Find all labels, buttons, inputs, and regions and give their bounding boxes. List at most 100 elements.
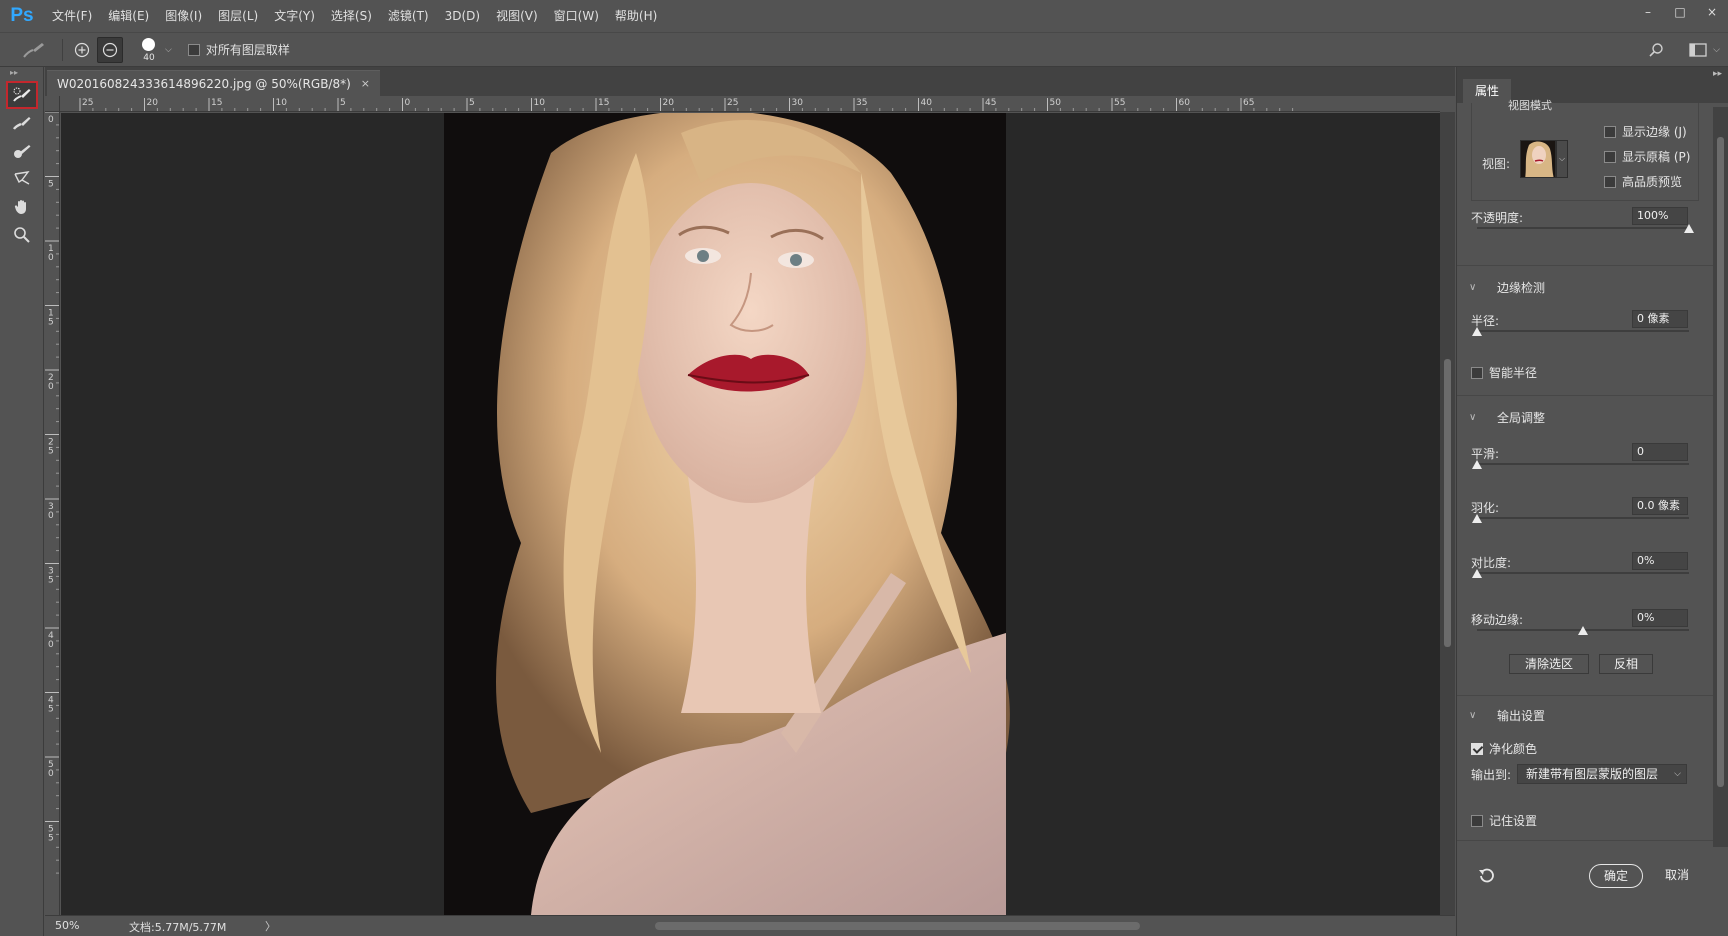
collapse-tools-icon[interactable]: ▸▸ [0, 67, 43, 81]
ruler-origin[interactable] [45, 96, 60, 112]
feather-field[interactable]: 0.0 像素 [1632, 497, 1688, 515]
shift-edge-label: 移动边缘: [1471, 613, 1524, 627]
menu-layer[interactable]: 图层(L) [210, 0, 266, 32]
ruler-tick-label: 5 [469, 98, 475, 108]
lasso-tool[interactable] [6, 165, 38, 193]
status-menu-arrow[interactable]: 〉 [265, 918, 276, 934]
shift-edge-field[interactable]: 0% [1632, 609, 1688, 627]
radius-field[interactable]: 0 像素 [1632, 310, 1688, 328]
contrast-slider[interactable] [1477, 572, 1689, 574]
canvas-horizontal-scrollbar[interactable] [285, 919, 1455, 933]
menu-type[interactable]: 文字(Y) [266, 0, 323, 32]
smooth-slider-knob[interactable] [1472, 460, 1482, 469]
close-window-button[interactable]: × [1696, 0, 1728, 24]
contrast-slider-knob[interactable] [1472, 569, 1482, 578]
menu-filter[interactable]: 滤镜(T) [380, 0, 437, 32]
menu-select[interactable]: 选择(S) [323, 0, 380, 32]
minimize-button[interactable]: – [1632, 0, 1664, 24]
invert-button[interactable]: 反相 [1599, 654, 1653, 674]
output-settings-section[interactable]: ∨ 输出设置 [1469, 707, 1545, 724]
scrollbar-thumb[interactable] [1444, 359, 1451, 647]
close-tab-icon[interactable]: × [361, 77, 370, 90]
refine-edge-brush-tool[interactable] [6, 109, 38, 137]
radius-slider-knob[interactable] [1472, 327, 1482, 336]
smooth-slider[interactable] [1477, 463, 1689, 465]
menu-view[interactable]: 视图(V) [488, 0, 546, 32]
brush-size-picker[interactable]: 40 [135, 35, 163, 65]
workspace-switcher-icon[interactable] [1685, 37, 1711, 63]
document-canvas[interactable] [61, 113, 1440, 915]
ruler-tick-label: 5 [48, 318, 54, 328]
zoom-tool[interactable] [6, 221, 38, 249]
add-to-selection-icon[interactable] [69, 37, 95, 63]
ruler-tick-label: 55 [1114, 98, 1125, 108]
show-edge-checkbox[interactable] [1604, 125, 1616, 138]
clear-selection-button[interactable]: 清除选区 [1509, 654, 1589, 674]
chevron-down-icon[interactable]: ⌵ [1556, 140, 1568, 178]
maximize-button[interactable]: □ [1664, 0, 1696, 24]
menu-3d[interactable]: 3D(D) [437, 0, 488, 32]
document-tab[interactable]: W020160824333614896220.jpg @ 50%(RGB/8*)… [47, 70, 381, 96]
document-size-info[interactable]: 文档:5.77M/5.77M [129, 919, 226, 935]
canvas-vertical-scrollbar[interactable] [1440, 112, 1455, 915]
ok-button[interactable]: 确定 [1589, 864, 1643, 888]
chevron-down-icon[interactable]: ⌵ [1713, 45, 1720, 55]
radius-slider[interactable] [1477, 330, 1689, 332]
separator [62, 38, 63, 61]
menu-edit[interactable]: 编辑(E) [100, 0, 157, 32]
tool-preset-picker[interactable] [12, 36, 56, 64]
edge-detection-section[interactable]: ∨ 边缘检测 [1469, 279, 1545, 296]
sample-all-layers-checkbox[interactable] [187, 43, 200, 56]
hq-preview-checkbox[interactable] [1604, 175, 1616, 188]
remember-settings-option[interactable]: 记住设置 [1471, 812, 1537, 829]
hand-tool[interactable] [6, 193, 38, 221]
menu-window[interactable]: 窗口(W) [546, 0, 607, 32]
tab-properties[interactable]: 属性 [1463, 79, 1512, 103]
divider [1457, 840, 1714, 841]
panel-menu-icon[interactable]: ▸▸ [1713, 69, 1722, 79]
brush-tool[interactable] [6, 137, 38, 165]
hq-preview-option[interactable]: 高品质预览 [1604, 173, 1682, 190]
brush-icon [14, 145, 31, 158]
feather-slider[interactable] [1477, 517, 1689, 519]
subtract-from-selection-icon[interactable] [97, 36, 123, 63]
menu-image[interactable]: 图像(I) [157, 0, 210, 32]
portrait-photo[interactable] [61, 113, 1440, 915]
opacity-field[interactable]: 100% [1632, 207, 1688, 225]
quick-selection-tool[interactable] [6, 81, 38, 109]
search-icon[interactable] [1643, 37, 1669, 63]
show-original-checkbox[interactable] [1604, 150, 1616, 163]
horizontal-ruler[interactable]: 25 20 15 10 5 0 5 10 15 20 25 30 35 40 45 50 55 60 65 [60, 96, 1440, 112]
panel-scrollbar[interactable] [1713, 107, 1728, 847]
chevron-down-icon[interactable]: ⌵ [165, 45, 172, 55]
opacity-slider[interactable] [1477, 227, 1689, 229]
opacity-slider-knob[interactable] [1684, 224, 1694, 233]
decontaminate-option[interactable]: 净化颜色 [1471, 740, 1537, 757]
cancel-button[interactable]: 取消 [1653, 864, 1701, 888]
reset-icon[interactable] [1477, 867, 1495, 886]
vertical-ruler[interactable]: 0510152025303540455055 [45, 112, 60, 915]
view-mode-thumbnail[interactable] [1520, 140, 1556, 178]
feather-slider-knob[interactable] [1472, 514, 1482, 523]
smart-radius-option[interactable]: 智能半径 [1471, 364, 1537, 381]
global-refine-section[interactable]: ∨ 全局调整 [1469, 409, 1545, 426]
show-edge-option[interactable]: 显示边缘 (J) [1604, 123, 1687, 140]
show-original-option[interactable]: 显示原稿 (P) [1604, 148, 1690, 165]
ruler-tick-label: 40 [921, 98, 933, 108]
ruler-tick-label: 0 [48, 511, 54, 521]
scrollbar-thumb[interactable] [655, 922, 1140, 930]
menu-file[interactable]: 文件(F) [44, 0, 100, 32]
ruler-tick-label: 15 [211, 98, 222, 108]
contrast-field[interactable]: 0% [1632, 552, 1688, 570]
smooth-field[interactable]: 0 [1632, 443, 1688, 461]
remember-settings-checkbox[interactable] [1471, 814, 1483, 827]
decontaminate-checkbox[interactable] [1471, 742, 1483, 755]
output-to-select[interactable]: 新建带有图层蒙版的图层 ⌵ [1517, 764, 1687, 784]
shift-edge-slider-knob[interactable] [1578, 626, 1588, 635]
smart-radius-checkbox[interactable] [1471, 366, 1483, 379]
ruler-tick-label: 30 [792, 98, 804, 108]
menu-help[interactable]: 帮助(H) [607, 0, 665, 32]
scrollbar-thumb[interactable] [1717, 137, 1724, 787]
show-edge-label: 显示边缘 (J) [1622, 125, 1687, 139]
zoom-level-field[interactable]: 50% [55, 919, 79, 932]
